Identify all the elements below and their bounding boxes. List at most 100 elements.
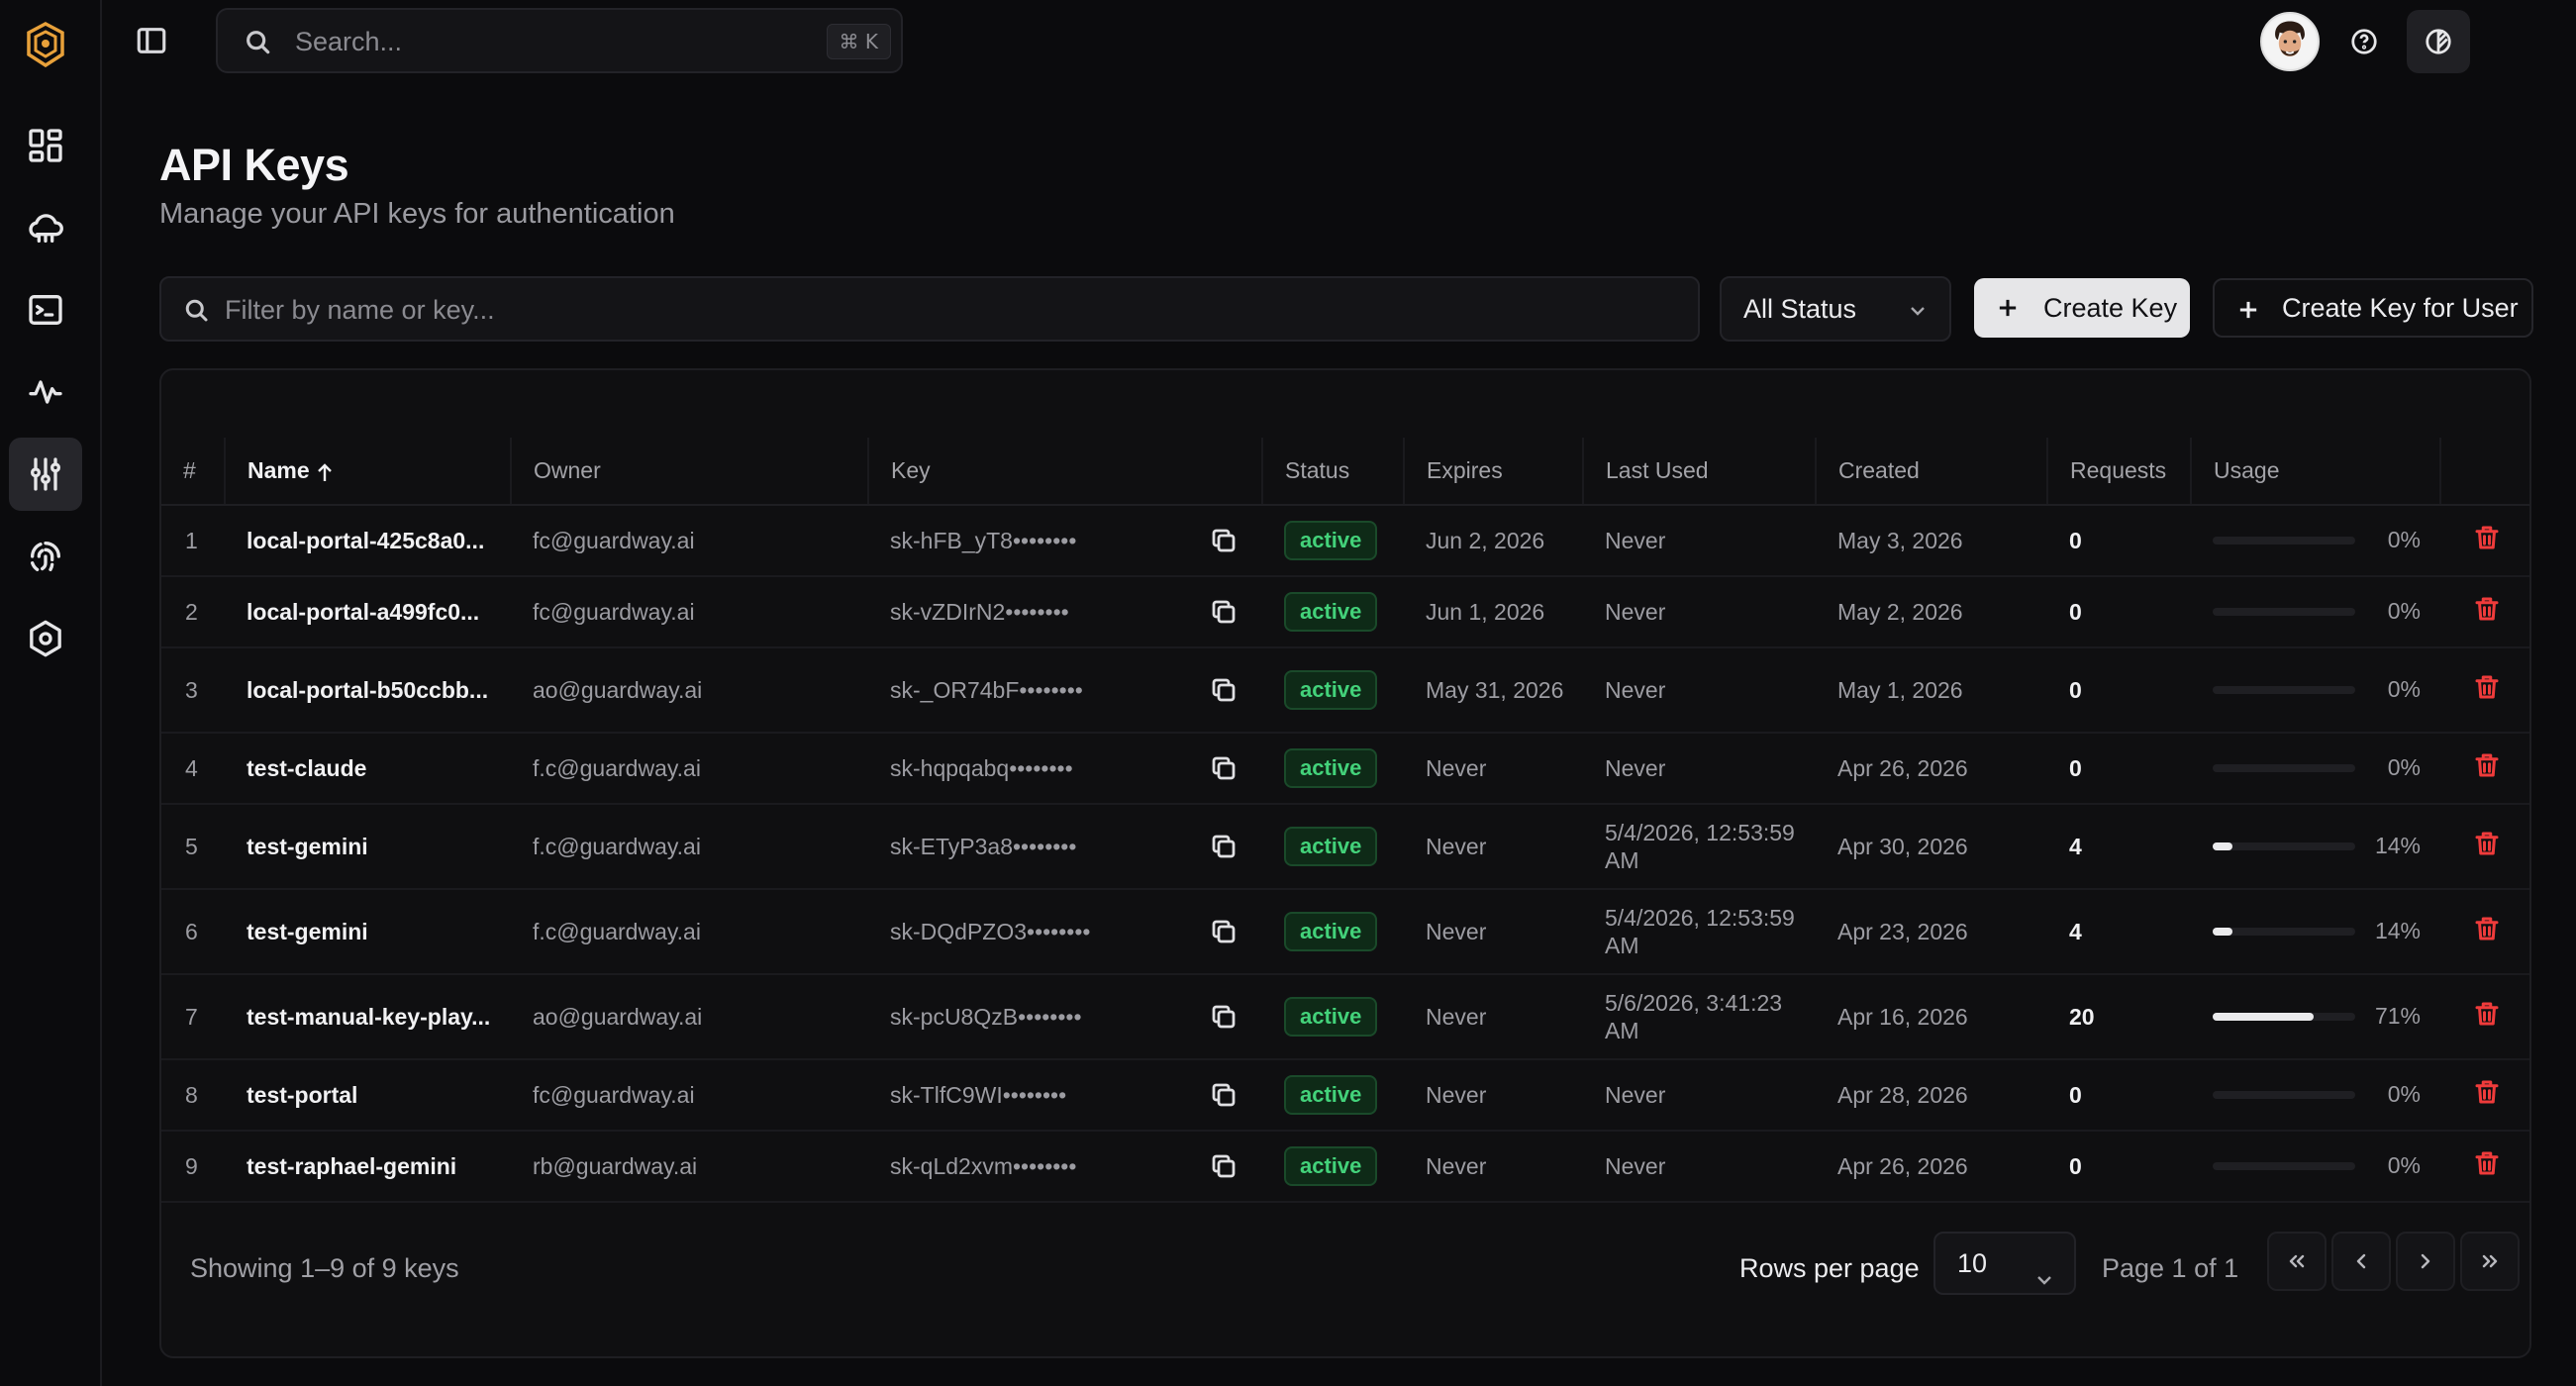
created-date: Apr 28, 2026 [1816,1059,2047,1132]
request-count: 20 [2047,974,2191,1060]
column-header-actions [2439,438,2529,506]
filter-box[interactable] [159,276,1700,342]
key-toolbar: All Status Create Key Create Key for Use… [159,276,2533,342]
nav-identity[interactable] [9,520,82,593]
key-owner: ao@guardway.ai [511,974,868,1060]
row-index: 7 [161,974,225,1060]
actions-cell [2440,505,2529,577]
trash-icon[interactable] [2472,1077,2502,1107]
brand-logo-icon[interactable] [26,22,65,68]
column-header-key[interactable]: Key [867,438,1262,506]
nav-activity[interactable] [9,355,82,429]
copy-icon[interactable] [1209,526,1238,555]
theme-toggle-button[interactable] [2407,10,2470,73]
column-header-expires[interactable]: Expires [1403,438,1583,506]
status-cell: active [1262,576,1404,648]
last-page-button[interactable] [2460,1232,2520,1291]
showing-count: Showing 1–9 of 9 keys [190,1253,459,1283]
status-filter-select[interactable]: All Status [1720,276,1951,342]
keys-table: # Name Owner Key Status Expires Last Use… [161,438,2529,1203]
create-key-for-user-button[interactable]: Create Key for User [2213,278,2533,338]
nav-keys[interactable] [9,438,82,511]
nav-rail [0,0,102,1386]
actions-cell [2440,889,2529,975]
key-name: local-portal-a499fc0... [225,576,511,648]
copy-icon[interactable] [1209,1080,1238,1110]
table-row[interactable]: 2 local-portal-a499fc0... fc@guardway.ai sk… [161,576,2529,648]
nav-cloud[interactable] [9,191,82,264]
copy-icon[interactable] [1209,597,1238,627]
usage-meter: 0% [2213,597,2440,627]
trash-icon[interactable] [2472,594,2502,624]
rows-per-page-select[interactable]: 10 [1933,1232,2076,1295]
nav-dashboard[interactable] [9,109,82,182]
masked-key: sk-_OR74bF•••••••• [890,676,1083,703]
usage-cell: 71% [2191,974,2440,1060]
column-header-owner[interactable]: Owner [510,438,868,506]
copy-icon[interactable] [1209,675,1238,705]
trash-icon[interactable] [2472,999,2502,1029]
nav-settings[interactable] [9,602,82,675]
trash-icon[interactable] [2472,1148,2502,1178]
trash-icon[interactable] [2472,672,2502,702]
usage-meter: 14% [2213,832,2440,861]
avatar[interactable] [2260,12,2320,71]
table-row[interactable]: 5 test-gemini f.c@guardway.ai sk-ETyP3a8•••… [161,804,2529,890]
column-header-name[interactable]: Name [224,438,511,506]
key-name: test-manual-key-play... [225,974,511,1060]
table-row[interactable]: 7 test-manual-key-play... ao@guardway.ai sk… [161,974,2529,1060]
status-cell: active [1262,974,1404,1060]
actions-cell [2440,576,2529,648]
help-button[interactable] [2344,22,2384,61]
sidebar-toggle-icon[interactable] [135,24,168,57]
table-row[interactable]: 8 test-portal fc@guardway.ai sk-TlfC9WI••••… [161,1059,2529,1132]
trash-icon[interactable] [2472,914,2502,943]
created-date: Apr 30, 2026 [1816,804,2047,890]
trash-icon[interactable] [2472,750,2502,780]
expires-date: Never [1404,1131,1583,1203]
status-badge: active [1284,521,1378,560]
table-row[interactable]: 3 local-portal-b50ccbb... ao@guardway.ai sk… [161,647,2529,734]
copy-icon[interactable] [1209,1002,1238,1032]
chevrons-left-icon [2289,1254,2305,1268]
table-row[interactable]: 4 test-claude f.c@guardway.ai sk-hqpqabq•••… [161,733,2529,805]
next-page-button[interactable] [2396,1232,2455,1291]
trash-icon[interactable] [2472,829,2502,858]
column-header-created[interactable]: Created [1815,438,2047,506]
table-row[interactable]: 6 test-gemini f.c@guardway.ai sk-DQdPZO3•••… [161,889,2529,975]
usage-meter: 0% [2213,1080,2440,1110]
chevron-right-icon [2421,1253,2430,1269]
usage-bar-track [2213,1162,2355,1170]
copy-icon[interactable] [1209,753,1238,783]
copy-icon[interactable] [1209,832,1238,861]
column-header-requests[interactable]: Requests [2046,438,2191,506]
usage-meter: 0% [2213,526,2440,555]
usage-bar-fill [2213,842,2233,850]
column-header-usage[interactable]: Usage [2190,438,2440,506]
key-owner: rb@guardway.ai [511,1131,868,1203]
nav-terminal[interactable] [9,273,82,346]
filter-input[interactable] [225,290,1611,330]
table-row[interactable]: 1 local-portal-425c8a0... fc@guardway.ai sk… [161,505,2529,577]
column-header-status[interactable]: Status [1261,438,1404,506]
copy-icon[interactable] [1209,1151,1238,1181]
status-cell: active [1262,804,1404,890]
page-header: API Keys Manage your API keys for authen… [159,139,2531,231]
row-index: 9 [161,1131,225,1203]
table-row[interactable]: 9 test-raphael-gemini rb@guardway.ai sk-qLd… [161,1131,2529,1203]
plus-icon [2234,296,2262,324]
status-badge: active [1284,748,1378,788]
status-cell: active [1262,505,1404,577]
usage-meter: 0% [2213,1151,2440,1181]
create-key-button[interactable]: Create Key [1974,278,2190,338]
column-header-last-used[interactable]: Last Used [1582,438,1816,506]
status-badge: active [1284,912,1378,951]
trash-icon[interactable] [2472,523,2502,552]
usage-percent: 14% [2374,918,2421,943]
first-page-button[interactable] [2267,1232,2327,1291]
search-input[interactable] [295,22,750,61]
global-search[interactable]: ⌘ K [216,8,903,73]
previous-page-button[interactable] [2331,1232,2391,1291]
copy-icon[interactable] [1209,917,1238,946]
usage-cell: 14% [2191,804,2440,890]
